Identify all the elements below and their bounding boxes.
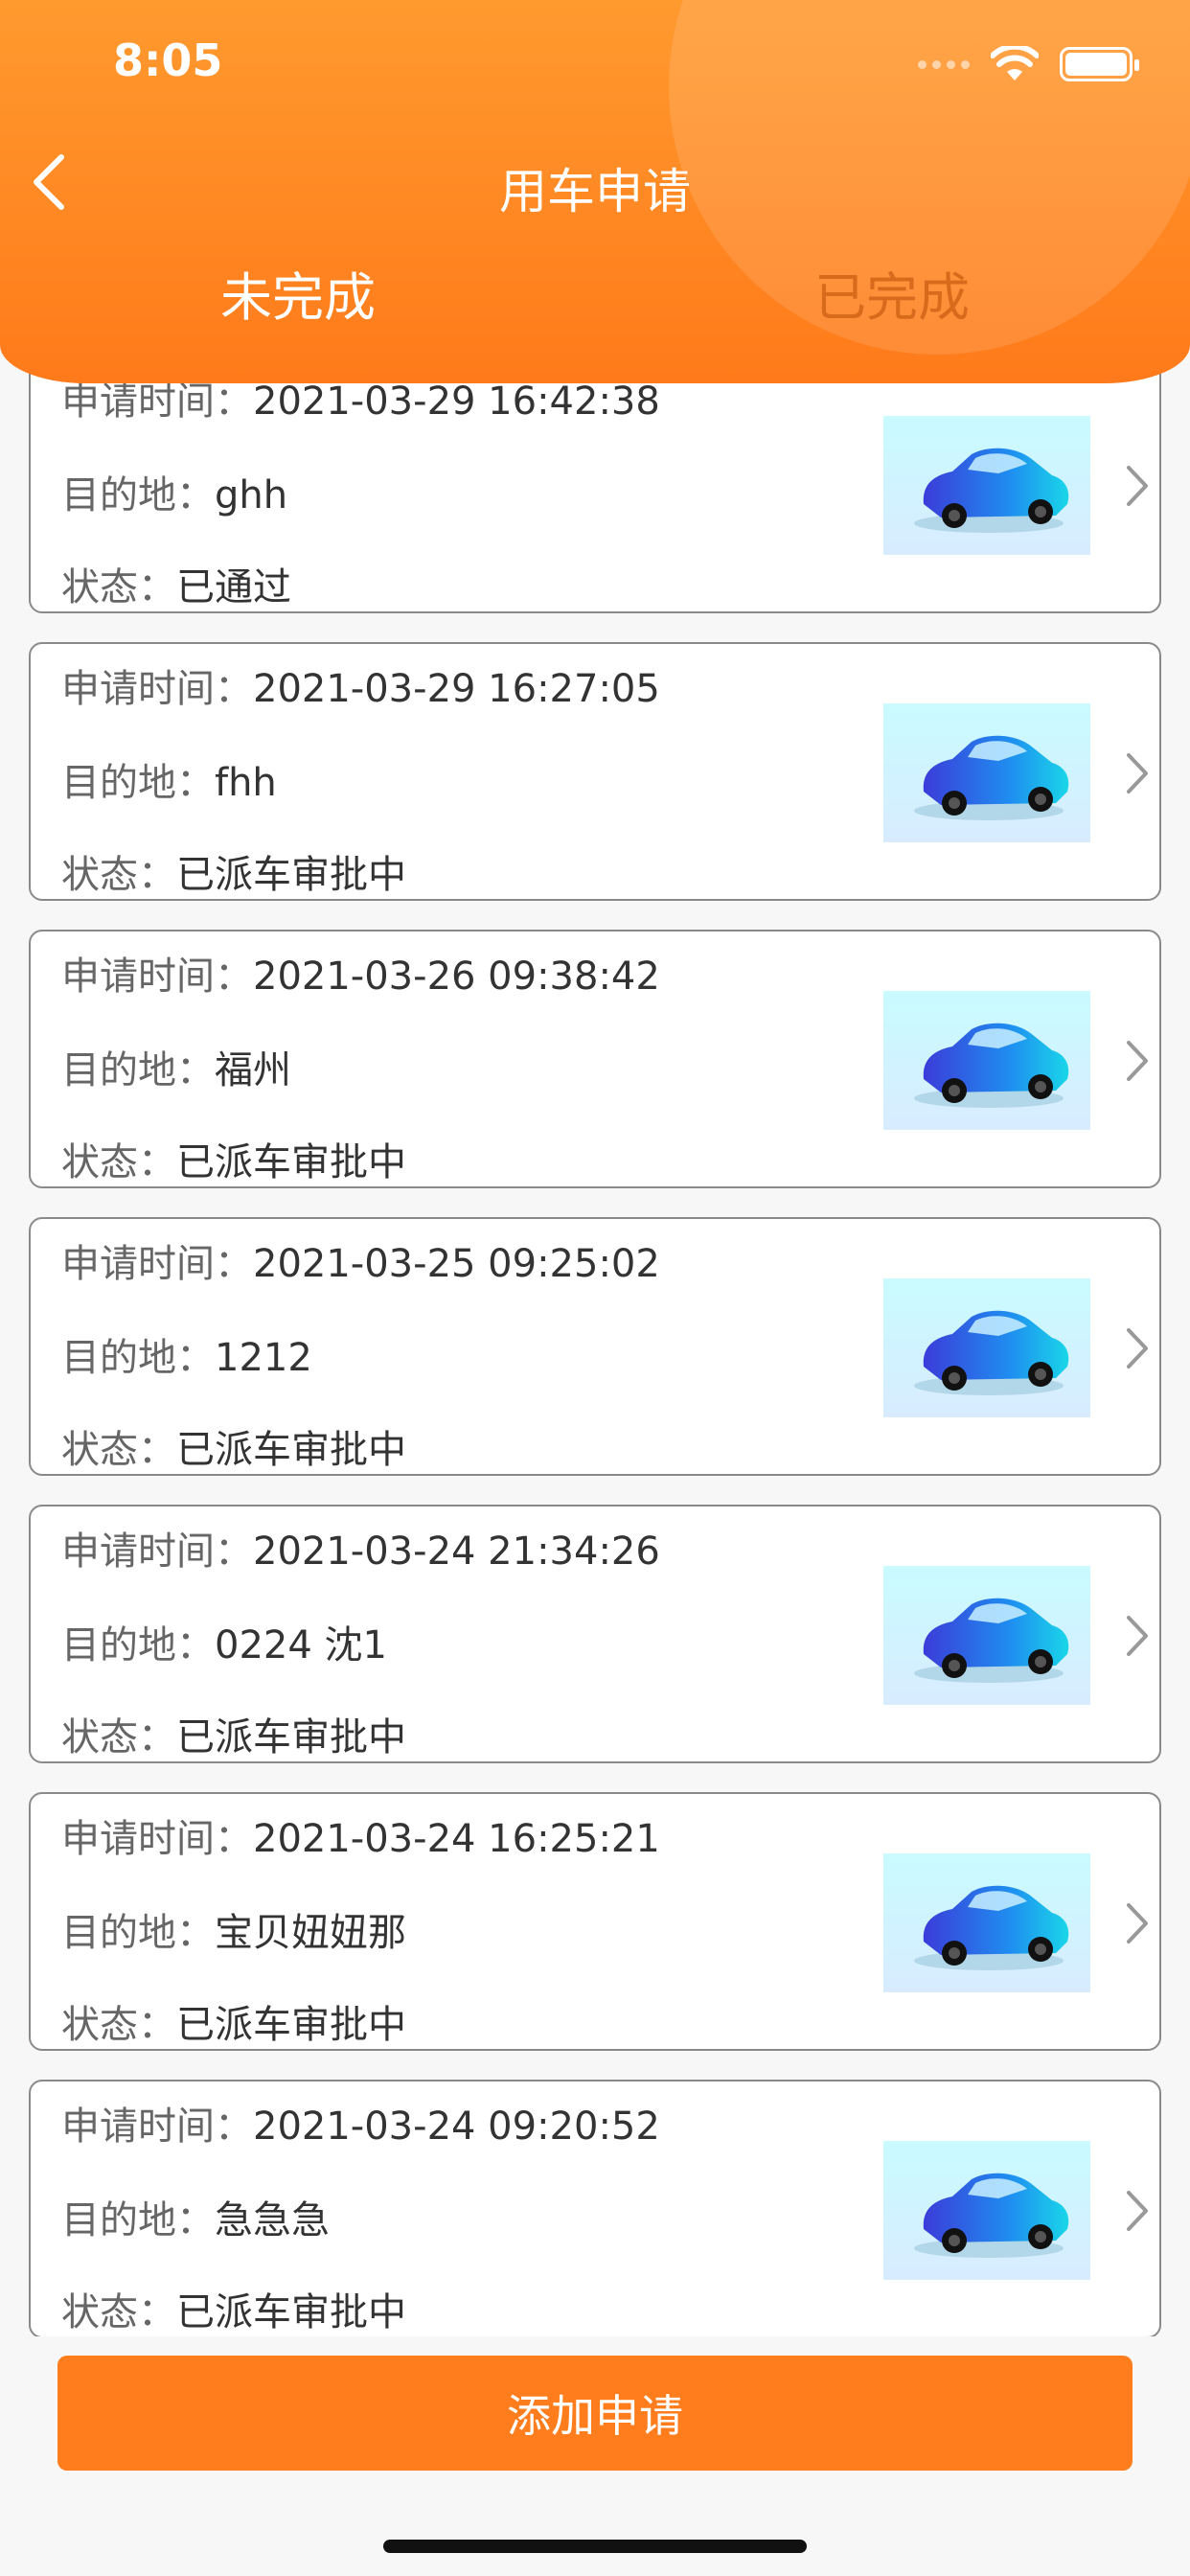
- chevron-right-icon: [1123, 464, 1152, 508]
- signal-icon: [918, 59, 970, 69]
- application-card[interactable]: 申请时间：2021-03-24 09:20:52 目的地：急急急 状态：已派车审…: [29, 2080, 1161, 2336]
- status-value: 已通过: [176, 565, 291, 610]
- destination-row: 目的地：宝贝妞妞那: [61, 1901, 406, 1957]
- application-card[interactable]: 申请时间：2021-03-29 16:27:05 目的地：fhh 状态：已派车审…: [29, 642, 1161, 901]
- application-list: 申请时间：2021-03-29 16:42:38 目的地：ghh 状态：已通过 …: [29, 355, 1161, 2336]
- apply-time-value: 2021-03-24 21:34:26: [253, 1530, 660, 1574]
- destination-row: 目的地：福州: [61, 1039, 291, 1094]
- status-value: 已派车审批中: [176, 853, 406, 897]
- apply-time-row: 申请时间：2021-03-26 09:38:42: [61, 945, 660, 1000]
- status-value: 已派车审批中: [176, 1140, 406, 1184]
- status-label: 状态：: [61, 2290, 176, 2334]
- status-row: 状态：已派车审批中: [61, 843, 406, 899]
- status-value: 已派车审批中: [176, 2290, 406, 2334]
- header: 8:05 用车申请 未完成 已完成: [0, 0, 1190, 383]
- application-card[interactable]: 申请时间：2021-03-24 16:25:21 目的地：宝贝妞妞那 状态：已派…: [29, 1792, 1161, 2051]
- destination-label: 目的地：: [61, 1911, 215, 1955]
- status-value: 已派车审批中: [176, 1428, 406, 1472]
- tab-finished[interactable]: 已完成: [814, 255, 970, 331]
- chevron-right-icon: [1123, 751, 1152, 795]
- chevron-right-icon: [1123, 1901, 1152, 1945]
- status-label: 状态：: [61, 1428, 176, 1472]
- status-icons: [918, 46, 1139, 82]
- status-label: 状态：: [61, 2003, 176, 2047]
- apply-time-value: 2021-03-24 16:25:21: [253, 1817, 660, 1861]
- car-thumbnail: [883, 991, 1090, 1130]
- destination-row: 目的地：急急急: [61, 2189, 330, 2244]
- home-indicator: [383, 2540, 807, 2553]
- apply-time-row: 申请时间：2021-03-24 09:20:52: [61, 2095, 660, 2150]
- destination-label: 目的地：: [61, 1048, 215, 1092]
- status-value: 已派车审批中: [176, 2003, 406, 2047]
- status-row: 状态：已派车审批中: [61, 1706, 406, 1761]
- car-thumbnail: [883, 703, 1090, 842]
- status-label: 状态：: [61, 565, 176, 610]
- apply-time-value: 2021-03-26 09:38:42: [253, 954, 660, 999]
- car-thumbnail: [883, 2141, 1090, 2280]
- application-card[interactable]: 申请时间：2021-03-29 16:42:38 目的地：ghh 状态：已通过: [29, 355, 1161, 613]
- destination-label: 目的地：: [61, 761, 215, 805]
- destination-value: 1212: [215, 1336, 312, 1380]
- destination-value: fhh: [215, 761, 277, 805]
- apply-time-label: 申请时间：: [61, 2104, 253, 2149]
- destination-value: 0224 沈1: [215, 1623, 387, 1668]
- destination-label: 目的地：: [61, 473, 215, 518]
- status-value: 已派车审批中: [176, 1715, 406, 1760]
- tab-unfinished[interactable]: 未完成: [220, 255, 376, 331]
- destination-value: 宝贝妞妞那: [215, 1911, 406, 1955]
- status-row: 状态：已派车审批中: [61, 1131, 406, 1186]
- destination-value: 福州: [215, 1048, 291, 1092]
- status-time: 8:05: [113, 34, 223, 86]
- status-label: 状态：: [61, 853, 176, 897]
- wifi-icon: [991, 46, 1039, 80]
- destination-row: 目的地：ghh: [61, 464, 287, 519]
- destination-label: 目的地：: [61, 2198, 215, 2242]
- apply-time-value: 2021-03-29 16:27:05: [253, 667, 660, 711]
- apply-time-value: 2021-03-29 16:42:38: [253, 380, 660, 424]
- apply-time-value: 2021-03-25 09:25:02: [253, 1242, 660, 1286]
- apply-time-label: 申请时间：: [61, 1817, 253, 1861]
- apply-time-row: 申请时间：2021-03-29 16:27:05: [61, 657, 660, 713]
- apply-time-row: 申请时间：2021-03-24 16:25:21: [61, 1807, 660, 1863]
- destination-row: 目的地：1212: [61, 1326, 312, 1382]
- chevron-right-icon: [1123, 1039, 1152, 1083]
- page-title: 用车申请: [499, 164, 691, 219]
- chevron-right-icon: [1123, 1614, 1152, 1658]
- apply-time-label: 申请时间：: [61, 667, 253, 711]
- status-label: 状态：: [61, 1140, 176, 1184]
- chevron-right-icon: [1123, 2189, 1152, 2233]
- apply-time-row: 申请时间：2021-03-24 21:34:26: [61, 1520, 660, 1576]
- apply-time-row: 申请时间：2021-03-25 09:25:02: [61, 1232, 660, 1288]
- status-row: 状态：已派车审批中: [61, 1418, 406, 1474]
- status-label: 状态：: [61, 1715, 176, 1760]
- application-card[interactable]: 申请时间：2021-03-25 09:25:02 目的地：1212 状态：已派车…: [29, 1217, 1161, 1476]
- apply-time-label: 申请时间：: [61, 1530, 253, 1574]
- battery-icon: [1060, 47, 1139, 81]
- bottom-bar: 添加申请: [0, 2336, 1190, 2576]
- apply-time-value: 2021-03-24 09:20:52: [253, 2104, 660, 2149]
- apply-time-label: 申请时间：: [61, 954, 253, 999]
- car-thumbnail: [883, 1566, 1090, 1705]
- destination-label: 目的地：: [61, 1336, 215, 1380]
- car-thumbnail: [883, 1853, 1090, 1992]
- destination-value: ghh: [215, 473, 288, 518]
- application-card[interactable]: 申请时间：2021-03-26 09:38:42 目的地：福州 状态：已派车审批…: [29, 930, 1161, 1188]
- add-application-button[interactable]: 添加申请: [57, 2356, 1133, 2471]
- car-thumbnail: [883, 1278, 1090, 1417]
- destination-label: 目的地：: [61, 1623, 215, 1668]
- car-thumbnail: [883, 416, 1090, 555]
- destination-row: 目的地：fhh: [61, 751, 277, 807]
- destination-value: 急急急: [215, 2198, 330, 2242]
- apply-time-label: 申请时间：: [61, 1242, 253, 1286]
- status-row: 状态：已派车审批中: [61, 2281, 406, 2336]
- destination-row: 目的地：0224 沈1: [61, 1614, 387, 1669]
- status-row: 状态：已通过: [61, 556, 291, 611]
- application-card[interactable]: 申请时间：2021-03-24 21:34:26 目的地：0224 沈1 状态：…: [29, 1505, 1161, 1763]
- chevron-right-icon: [1123, 1326, 1152, 1370]
- apply-time-label: 申请时间：: [61, 380, 253, 424]
- status-row: 状态：已派车审批中: [61, 1993, 406, 2049]
